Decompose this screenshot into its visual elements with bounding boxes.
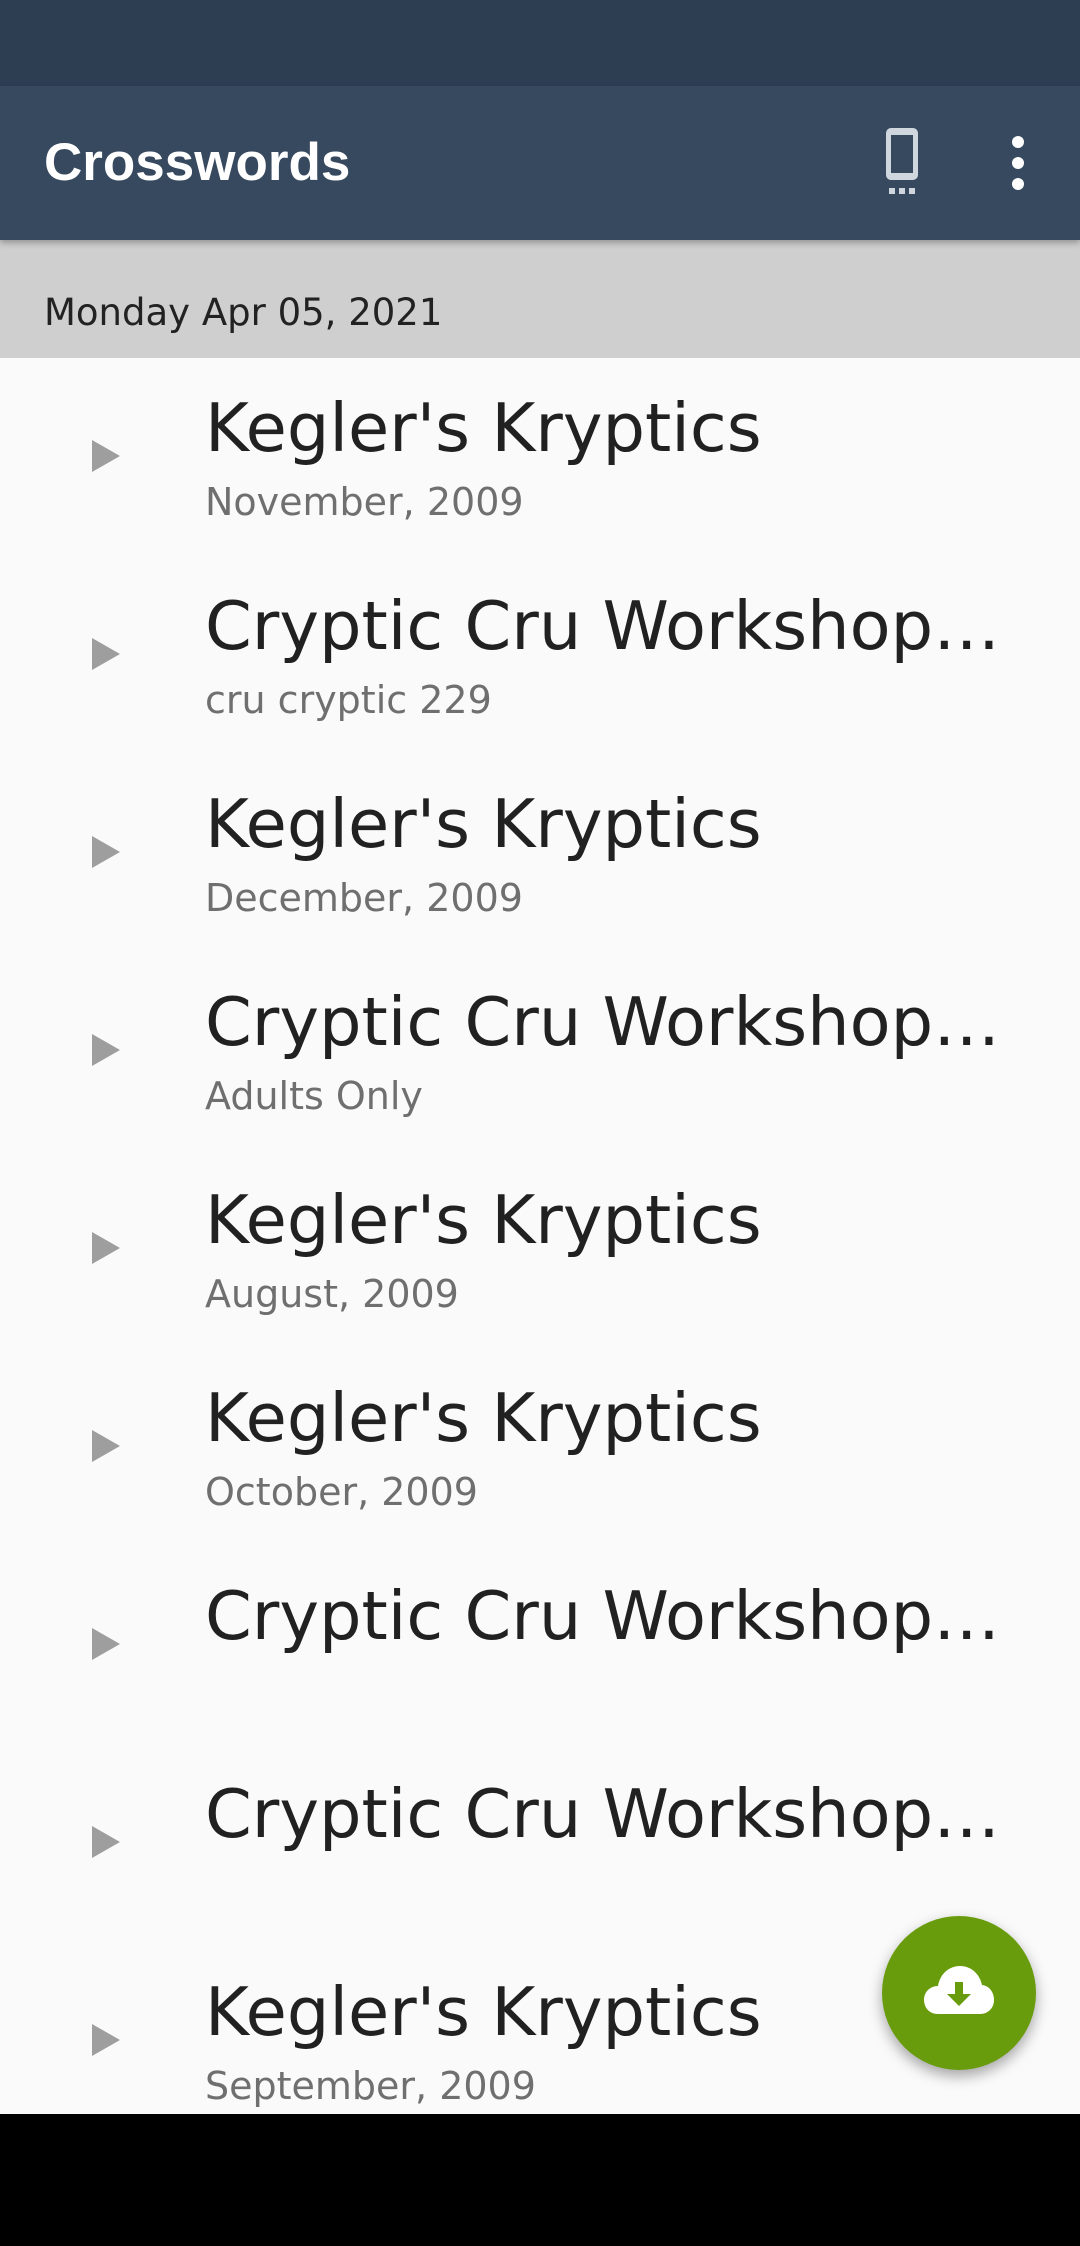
puzzle-row[interactable]: Cryptic Cru Workshop Archive xyxy=(0,1546,1080,1744)
puzzle-title: Cryptic Cru Workshop Archive xyxy=(205,590,1010,664)
puzzle-title: Kegler's Kryptics xyxy=(205,1382,762,1456)
puzzle-row[interactable]: Cryptic Cru Workshop Archive Adults Only xyxy=(0,952,1080,1150)
play-arrow-icon xyxy=(92,1034,120,1066)
status-bar xyxy=(0,0,1080,86)
puzzle-title: Cryptic Cru Workshop Archive xyxy=(205,1778,1010,1852)
puzzle-title: Kegler's Kryptics xyxy=(205,788,762,862)
puzzle-row[interactable]: Cryptic Cru Workshop Archive xyxy=(0,1744,1080,1942)
puzzle-subtitle: October, 2009 xyxy=(205,1470,478,1514)
phone-icon[interactable] xyxy=(876,126,928,202)
play-arrow-icon xyxy=(92,1826,120,1858)
puzzle-row[interactable]: Kegler's Kryptics October, 2009 xyxy=(0,1348,1080,1546)
puzzle-title: Kegler's Kryptics xyxy=(205,1184,762,1258)
navigation-bar xyxy=(0,2114,1080,2246)
puzzle-subtitle: August, 2009 xyxy=(205,1272,459,1316)
play-arrow-icon xyxy=(92,1232,120,1264)
more-vert-icon[interactable] xyxy=(996,126,1040,202)
play-arrow-icon xyxy=(92,2024,120,2056)
puzzle-row[interactable]: Kegler's Kryptics August, 2009 xyxy=(0,1150,1080,1348)
play-arrow-icon xyxy=(92,638,120,670)
app-title: Crosswords xyxy=(44,133,351,192)
puzzle-subtitle: December, 2009 xyxy=(205,876,523,920)
puzzle-subtitle: November, 2009 xyxy=(205,480,524,524)
puzzle-title: Cryptic Cru Workshop Archive xyxy=(205,986,1010,1060)
play-arrow-icon xyxy=(92,1628,120,1660)
play-arrow-icon xyxy=(92,836,120,868)
puzzle-subtitle: cru cryptic 229 xyxy=(205,678,492,722)
cloud-download-icon xyxy=(924,1966,994,2014)
puzzle-subtitle: Adults Only xyxy=(205,1074,423,1118)
puzzle-row[interactable]: Kegler's Kryptics November, 2009 xyxy=(0,358,1080,556)
puzzle-title: Kegler's Kryptics xyxy=(205,392,762,466)
puzzle-subtitle: September, 2009 xyxy=(205,2064,536,2108)
play-arrow-icon xyxy=(92,1430,120,1462)
puzzle-list: Kegler's Kryptics November, 2009 Cryptic… xyxy=(0,358,1080,2140)
puzzle-row[interactable]: Cryptic Cru Workshop Archive cru cryptic… xyxy=(0,556,1080,754)
download-fab-button[interactable] xyxy=(882,1916,1036,2070)
puzzle-row[interactable]: Kegler's Kryptics December, 2009 xyxy=(0,754,1080,952)
date-section-header: Monday Apr 05, 2021 xyxy=(0,240,1080,358)
app-bar: Crosswords xyxy=(0,86,1080,240)
play-arrow-icon xyxy=(92,440,120,472)
puzzle-title: Cryptic Cru Workshop Archive xyxy=(205,1580,1010,1654)
